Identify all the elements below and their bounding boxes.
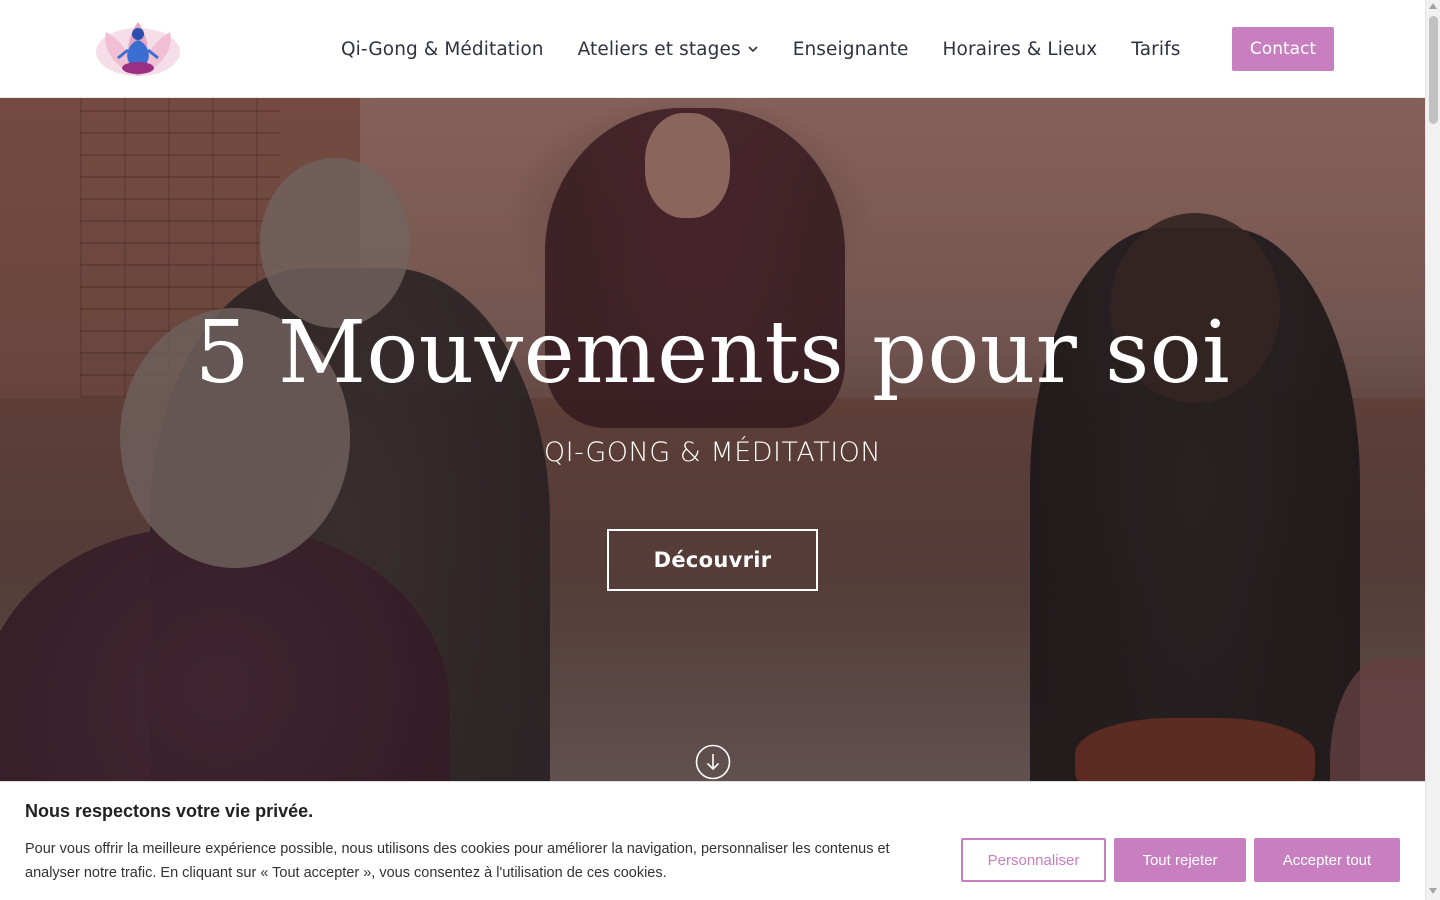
nav-label: Tarifs xyxy=(1131,38,1181,60)
reject-all-button[interactable]: Tout rejeter xyxy=(1114,838,1246,882)
site-logo[interactable] xyxy=(94,18,182,80)
customize-button[interactable]: Personnaliser xyxy=(961,838,1106,882)
chevron-down-icon xyxy=(748,46,758,53)
nav-item-enseignante[interactable]: Enseignante xyxy=(793,39,909,60)
page-scrollbar[interactable] xyxy=(1425,0,1440,900)
nav-item-ateliers-stages[interactable]: Ateliers et stages xyxy=(578,39,759,60)
scroll-down-button[interactable] xyxy=(695,744,731,780)
scroll-up-arrow-icon[interactable] xyxy=(1429,3,1437,9)
hero-title: 5 Mouvements pour soi xyxy=(194,303,1231,403)
nav-label: Qi-Gong & Méditation xyxy=(341,38,544,60)
lotus-meditation-logo-icon xyxy=(96,22,180,76)
site-header: Qi-Gong & Méditation Ateliers et stages … xyxy=(0,0,1425,98)
arrow-down-circle-icon xyxy=(695,744,731,780)
cookie-text: Pour vous offrir la meilleure expérience… xyxy=(25,841,890,881)
nav-item-tarifs[interactable]: Tarifs xyxy=(1131,39,1180,60)
hero-section: 5 Mouvements pour soi QI-GONG & MÉDITATI… xyxy=(0,98,1425,900)
cookie-title: Nous respectons votre vie privée. xyxy=(25,801,314,821)
nav-item-horaires-lieux[interactable]: Horaires & Lieux xyxy=(943,39,1098,60)
scroll-down-arrow-icon[interactable] xyxy=(1429,888,1437,894)
nav-label: Enseignante xyxy=(792,38,909,60)
discover-button[interactable]: Découvrir xyxy=(607,529,818,591)
cookie-consent-banner: Nous respectons votre vie privée. Pour v… xyxy=(0,781,1425,900)
hero-subtitle: QI-GONG & MÉDITATION xyxy=(543,437,882,468)
contact-button[interactable]: Contact xyxy=(1232,27,1334,71)
page: Qi-Gong & Méditation Ateliers et stages … xyxy=(0,0,1440,900)
nav-item-qigong-meditation[interactable]: Qi-Gong & Méditation xyxy=(341,39,544,60)
scrollbar-thumb[interactable] xyxy=(1429,16,1438,124)
nav-label: Horaires & Lieux xyxy=(942,38,1098,60)
main-nav: Qi-Gong & Méditation Ateliers et stages … xyxy=(341,0,1214,98)
accept-all-button[interactable]: Accepter tout xyxy=(1254,838,1400,882)
nav-label: Ateliers et stages xyxy=(577,38,741,60)
